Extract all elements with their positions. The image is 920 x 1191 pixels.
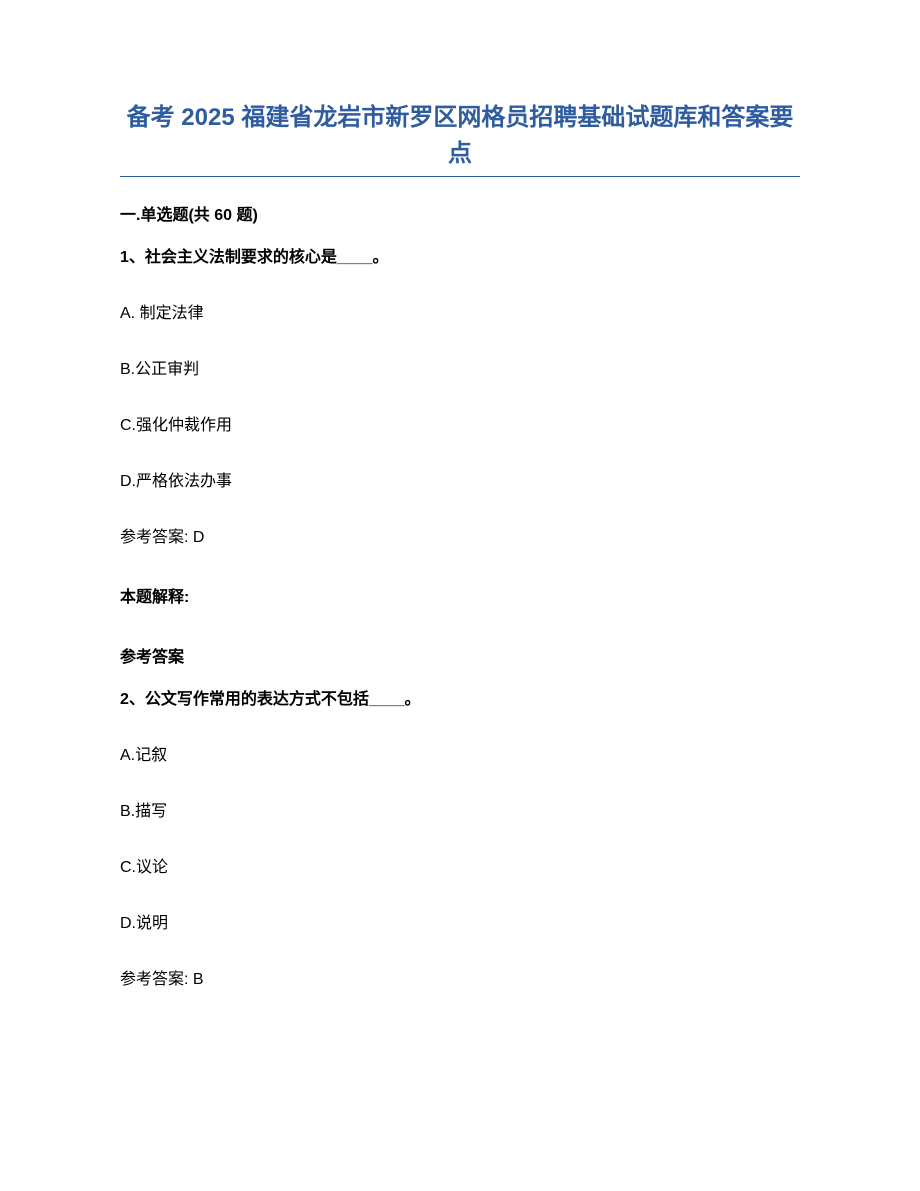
section-header: 一.单选题(共 60 题) [120,201,800,225]
q1-ref-answer: 参考答案 [120,643,800,667]
q2-answer: 参考答案: B [120,965,800,989]
q2-text: 2、公文写作常用的表达方式不包括____。 [120,685,800,709]
q2-option-d: D.说明 [120,909,800,933]
q1-option-c: C.强化仲裁作用 [120,411,800,435]
document-title: 备考 2025 福建省龙岩市新罗区网格员招聘基础试题库和答案要点 [120,100,800,172]
q1-option-a: A. 制定法律 [120,299,800,323]
title-underline [120,176,800,177]
q1-option-b: B.公正审判 [120,355,800,379]
q1-text: 1、社会主义法制要求的核心是____。 [120,243,800,267]
q2-option-b: B.描写 [120,797,800,821]
q1-option-d: D.严格依法办事 [120,467,800,491]
q1-explain-label: 本题解释: [120,583,800,607]
q2-option-c: C.议论 [120,853,800,877]
q2-option-a: A.记叙 [120,741,800,765]
q1-answer: 参考答案: D [120,523,800,547]
